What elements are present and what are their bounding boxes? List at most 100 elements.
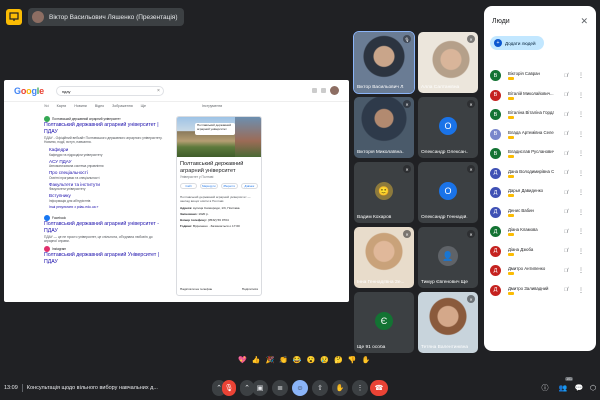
participant-row-label: Дарья Давиденко bbox=[508, 188, 544, 194]
reaction-emoji[interactable]: 😂 bbox=[293, 356, 302, 364]
reaction-emoji[interactable]: 🤔 bbox=[334, 356, 343, 364]
participant-avatar: В bbox=[490, 128, 501, 140]
close-icon[interactable]: ✕ bbox=[580, 16, 588, 27]
emoji-button[interactable]: ☺ bbox=[292, 380, 308, 396]
google-search-input[interactable]: пдау × bbox=[55, 85, 164, 96]
more-results-link[interactable]: Інші результати з pdau.edu.ua » bbox=[49, 205, 166, 209]
reaction-emoji[interactable]: 👏 bbox=[279, 356, 288, 364]
tab-news[interactable]: Новини bbox=[74, 104, 87, 108]
more-vert-icon[interactable]: ⋮ bbox=[578, 228, 584, 235]
clear-icon[interactable]: × bbox=[157, 88, 160, 94]
chat-icon[interactable]: 💬 bbox=[572, 380, 586, 396]
add-people-button[interactable]: + Додати людей bbox=[490, 36, 544, 50]
activities-icon[interactable]: ⬡ bbox=[586, 380, 600, 396]
reaction-emoji[interactable]: 😮 bbox=[307, 356, 316, 364]
people-list: В Вікторія Савран 🎙̸ ⋮ В Віталій Миколайо… bbox=[484, 66, 596, 300]
participant-tile[interactable]: ✕ Тетяна Валентинівна... bbox=[418, 292, 478, 353]
people-header: Люди ✕ bbox=[484, 6, 596, 36]
participant-row[interactable]: В Віталіна Віталіна Горда 🎙̸ ⋮ bbox=[484, 105, 596, 125]
more-vert-icon[interactable]: ⋮ bbox=[578, 248, 584, 255]
external-badge bbox=[508, 272, 514, 276]
apps-icon[interactable] bbox=[321, 88, 326, 93]
kp-call-button[interactable]: Дзвінок bbox=[240, 183, 258, 189]
raise-hand-button[interactable]: ✋ bbox=[332, 380, 348, 396]
participant-tile[interactable]: ✕ Інна Геннадіївна Зе... bbox=[354, 227, 414, 288]
sitelink-desc: Кафедри та підрозділи університету bbox=[49, 152, 103, 157]
tab-more[interactable]: Ще bbox=[141, 104, 146, 108]
more-vert-icon[interactable]: ⋮ bbox=[578, 170, 584, 177]
participant-row[interactable]: Д Діана Кламова 🎙̸ ⋮ bbox=[484, 222, 596, 242]
participant-tile[interactable]: 👤 ✕ Тимур Євгенович Ще... bbox=[418, 227, 478, 288]
participant-row[interactable]: В Віталій Миколайович... 🎙̸ ⋮ bbox=[484, 86, 596, 106]
participant-row[interactable]: Д Діана Дзюба 🎙̸ ⋮ bbox=[484, 242, 596, 262]
more-vert-icon[interactable]: ⋮ bbox=[578, 150, 584, 157]
more-vert-icon[interactable]: ⋮ bbox=[578, 209, 584, 216]
participant-row[interactable]: Д Дана Володимирівна С... 🎙̸ ⋮ bbox=[484, 164, 596, 184]
share-link[interactable]: Поділитися bbox=[242, 287, 258, 291]
participant-row[interactable]: Д Дмитро Антипенко 🎙̸ ⋮ bbox=[484, 261, 596, 281]
more-vert-icon[interactable]: ⋮ bbox=[578, 92, 584, 99]
kp-website-button[interactable]: Сайт bbox=[180, 183, 198, 189]
participant-row[interactable]: Д Дмитро Заливадний 🎙̸ ⋮ bbox=[484, 281, 596, 301]
participant-tile[interactable]: О ✕ Олександр Олексан... bbox=[418, 97, 478, 158]
camera-button[interactable]: ▣ bbox=[252, 380, 268, 396]
settings-icon[interactable] bbox=[312, 88, 317, 93]
more-vert-icon[interactable]: ⋮ bbox=[578, 131, 584, 138]
present-button[interactable]: ⇧ bbox=[312, 380, 328, 396]
tab-maps[interactable]: Карти bbox=[57, 104, 67, 108]
people-button[interactable]: 👥 101 bbox=[556, 377, 573, 396]
tab-all[interactable]: Усі bbox=[44, 104, 49, 108]
result-title[interactable]: Полтавський державний аграрний університ… bbox=[44, 122, 166, 136]
more-vert-icon[interactable]: ⋮ bbox=[578, 189, 584, 196]
more-vert-icon[interactable]: ⋮ bbox=[578, 267, 584, 274]
tab-videos[interactable]: Відео bbox=[95, 104, 104, 108]
reaction-emoji[interactable]: 👎 bbox=[348, 356, 357, 364]
reaction-emoji[interactable]: 🎉 bbox=[265, 356, 274, 364]
end-call-button[interactable]: ☎ bbox=[370, 380, 388, 396]
participant-avatar: 👤 bbox=[438, 246, 458, 267]
participant-row[interactable]: В Вікторія Савран 🎙̸ ⋮ bbox=[484, 66, 596, 86]
mic-off-icon: ✕ bbox=[403, 230, 411, 238]
mic-off-button[interactable]: 🎙 bbox=[222, 380, 236, 396]
participant-row[interactable]: Д Денис Вабин 🎙̸ ⋮ bbox=[484, 203, 596, 223]
participant-row[interactable]: Д Дарья Давиденко 🎙̸ ⋮ bbox=[484, 183, 596, 203]
reaction-emoji[interactable]: 😢 bbox=[320, 356, 329, 364]
reaction-emoji[interactable]: ✋ bbox=[361, 356, 370, 364]
more-participants-tile[interactable]: Є Ще 91 особа bbox=[354, 292, 414, 353]
reaction-emoji[interactable]: 👍 bbox=[252, 356, 261, 364]
tab-images[interactable]: Зображення bbox=[112, 104, 133, 108]
participant-tile[interactable]: 🎙 Віктор Васильович Л... bbox=[353, 31, 415, 94]
more-vert-icon[interactable]: ⋮ bbox=[578, 72, 584, 79]
top-bar: Віктор Васильович Ляшенко (Презентація) bbox=[0, 0, 480, 34]
participant-row[interactable]: В Влада Артемівна Селе... 🎙̸ ⋮ bbox=[484, 125, 596, 145]
result-title[interactable]: Полтавський державний аграрний університ… bbox=[44, 221, 166, 235]
kp-val: Відчинено · Зачиняється о 17:00 bbox=[193, 224, 240, 228]
account-avatar[interactable] bbox=[330, 86, 339, 95]
more-vert-icon[interactable]: ⋮ bbox=[578, 287, 584, 294]
more-options-button[interactable]: ⋮ bbox=[352, 380, 368, 396]
add-people-label: Додати людей bbox=[505, 40, 536, 46]
presenter-tag[interactable]: Віктор Васильович Ляшенко (Презентація) bbox=[28, 8, 184, 26]
sitelink: Кафедри Кафедри та підрозділи університет… bbox=[49, 147, 166, 157]
participant-tile[interactable]: ✕ Алла Салтанівна bbox=[418, 32, 478, 93]
bottom-bar: 13:09 Консультація щодо вільного вибору … bbox=[0, 376, 600, 400]
reaction-emoji[interactable]: 💖 bbox=[238, 356, 247, 364]
send-to-phone-link[interactable]: Надіслати на телефон bbox=[180, 287, 212, 291]
result-title[interactable]: Полтавський державний аграрний Університ… bbox=[44, 252, 166, 266]
info-icon[interactable]: ⓘ bbox=[538, 380, 552, 396]
tools-button[interactable]: Інструменти bbox=[202, 104, 222, 108]
kp-directions-button[interactable]: Маршрути bbox=[200, 183, 218, 189]
participant-row-label: Влада Артемівна Селе... bbox=[508, 129, 554, 135]
kp-save-button[interactable]: Зберегти bbox=[220, 183, 238, 189]
participant-tile[interactable]: ✕ Вікторія Миколаївна... bbox=[354, 97, 414, 158]
result-snippet: ПДАУ - Офіційний вебсайт Полтавського де… bbox=[44, 136, 163, 145]
participant-row[interactable]: В Владислав Русланович... 🎙̸ ⋮ bbox=[484, 144, 596, 164]
sitelink-desc: Автоматизована система управління bbox=[49, 164, 104, 169]
mic-off-icon: 🎙̸ bbox=[564, 111, 568, 118]
more-vert-icon[interactable]: ⋮ bbox=[578, 111, 584, 118]
participant-avatar: В bbox=[490, 148, 501, 160]
captions-button[interactable]: ≣ bbox=[272, 380, 288, 396]
participant-tile[interactable]: О ✕ Олександр Геннадій... bbox=[418, 162, 478, 223]
participant-initial: Є bbox=[375, 312, 393, 331]
participant-tile[interactable]: 🙂 ✕ Вадим Кохаров bbox=[354, 162, 414, 223]
